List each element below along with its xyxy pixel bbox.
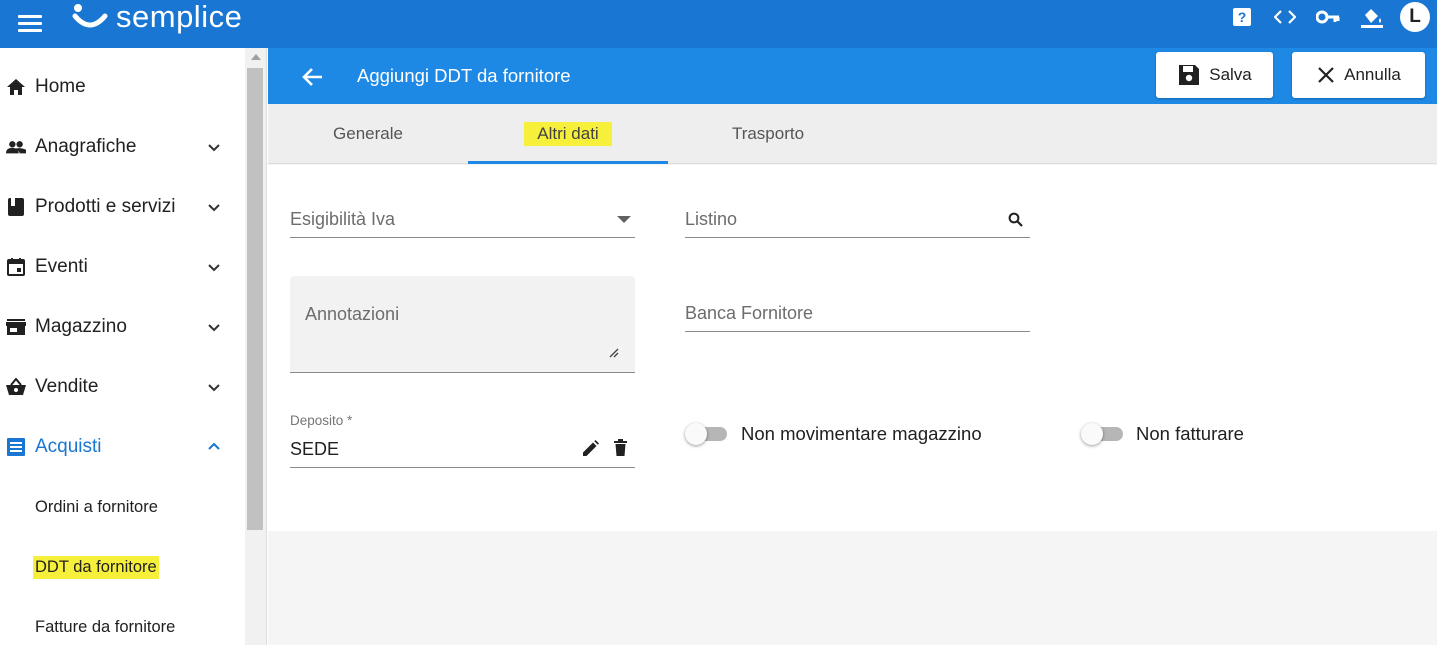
sidebar-item-label: Acquisti — [35, 436, 102, 457]
sidebar-item-eventi[interactable]: Eventi — [0, 247, 245, 287]
calendar-icon — [6, 257, 26, 277]
active-tab-indicator — [468, 161, 668, 164]
non-movimentare-toggle[interactable] — [685, 422, 729, 446]
banca-fornitore-input[interactable]: Banca Fornitore — [685, 299, 1030, 332]
non-movimentare-label: Non movimentare magazzino — [741, 423, 982, 444]
deposito-field[interactable]: Deposito * SEDE — [290, 411, 635, 468]
main-content: Aggiungi DDT da fornitore Salva Annulla … — [268, 48, 1437, 645]
cancel-button-label: Annulla — [1344, 65, 1401, 84]
menu-icon[interactable] — [16, 10, 44, 38]
esigibilita-iva-select[interactable]: Esigibilità Iva — [290, 205, 635, 238]
sidebar-item-home[interactable]: Home — [0, 67, 245, 107]
field-underline — [290, 372, 635, 373]
deposito-value: SEDE — [290, 439, 340, 459]
sidebar-item-acquisti[interactable]: Acquisti — [0, 427, 245, 467]
store-icon — [6, 317, 26, 337]
save-button-label: Salva — [1209, 65, 1252, 84]
brand-logo[interactable]: semplice — [72, 0, 242, 34]
tab-trasporto[interactable]: Trasporto — [668, 104, 868, 164]
chevron-down-icon — [208, 264, 220, 272]
key-icon[interactable] — [1316, 5, 1340, 29]
semplice-logo-icon — [72, 4, 108, 28]
field-underline — [685, 237, 1030, 238]
deposito-label: Deposito * — [290, 413, 353, 428]
book-icon — [6, 197, 26, 217]
close-icon — [1318, 67, 1334, 83]
edit-pencil-icon[interactable] — [582, 440, 599, 457]
sidebar-item-label: Vendite — [35, 376, 99, 397]
toggle-thumb — [1081, 423, 1103, 445]
listino-input[interactable]: Listino — [685, 205, 1030, 238]
sidebar-scrollbar[interactable] — [245, 48, 267, 645]
brand-name: semplice — [116, 0, 243, 34]
banca-fornitore-label: Banca Fornitore — [685, 303, 814, 323]
non-fatturare-toggle[interactable] — [1081, 422, 1125, 446]
form-card: Esigibilità Iva Listino Annotazioni Banc… — [268, 165, 1437, 531]
top-app-bar: semplice ? L — [0, 0, 1437, 48]
tab-altri-dati[interactable]: Altri dati — [468, 104, 668, 164]
annotazioni-textarea[interactable]: Annotazioni — [290, 276, 635, 373]
tab-label: Trasporto — [731, 124, 805, 143]
sidebar-subitem-label: Fatture da fornitore — [35, 617, 176, 636]
list-icon — [6, 437, 26, 457]
sidebar-item-magazzino[interactable]: Magazzino — [0, 307, 245, 347]
sidebar-subitem-fatture[interactable]: Fatture da fornitore — [0, 609, 245, 645]
help-icon[interactable]: ? — [1230, 5, 1254, 29]
sidebar-item-label: Eventi — [35, 256, 88, 277]
field-underline — [685, 331, 1030, 332]
sidebar-item-prodotti[interactable]: Prodotti e servizi — [0, 187, 245, 227]
basket-icon — [6, 377, 26, 397]
code-icon[interactable] — [1273, 5, 1297, 29]
tab-bar: Generale Altri dati Trasporto — [268, 104, 1437, 164]
field-underline — [290, 237, 635, 238]
sidebar-subitem-label: Ordini a fornitore — [35, 497, 158, 516]
tab-label: Altri dati — [524, 122, 612, 146]
chevron-down-icon — [208, 204, 220, 212]
back-arrow-icon[interactable] — [300, 64, 326, 90]
delete-trash-icon[interactable] — [614, 439, 627, 456]
tab-generale[interactable]: Generale — [268, 104, 468, 164]
chevron-down-icon — [208, 324, 220, 332]
chevron-down-icon — [208, 144, 220, 152]
sidebar-subitem-label: DDT da fornitore — [33, 555, 159, 579]
dropdown-arrow-icon — [617, 216, 631, 223]
search-icon[interactable] — [1008, 212, 1023, 227]
cancel-button[interactable]: Annulla — [1292, 52, 1425, 98]
sidebar-item-anagrafiche[interactable]: Anagrafiche — [0, 127, 245, 167]
sidebar-subitem-ddt[interactable]: DDT da fornitore — [0, 549, 245, 585]
esigibilita-iva-label: Esigibilità Iva — [290, 209, 396, 229]
sidebar-item-label: Magazzino — [35, 316, 127, 337]
annotazioni-label: Annotazioni — [305, 304, 400, 324]
tab-label: Generale — [333, 124, 403, 143]
sidebar-item-vendite[interactable]: Vendite — [0, 367, 245, 407]
sidebar-item-label: Home — [35, 76, 86, 97]
listino-label: Listino — [685, 209, 738, 229]
page-header: Aggiungi DDT da fornitore Salva Annulla — [268, 48, 1437, 104]
page-title: Aggiungi DDT da fornitore — [357, 65, 571, 86]
chevron-up-icon — [208, 442, 220, 450]
scroll-up-arrow-icon[interactable] — [251, 54, 261, 60]
field-underline — [290, 467, 635, 468]
sidebar-subitem-ordini[interactable]: Ordini a fornitore — [0, 489, 245, 525]
paint-bucket-icon[interactable] — [1360, 5, 1384, 29]
svg-text:?: ? — [1238, 9, 1247, 25]
sidebar-item-label: Anagrafiche — [35, 136, 137, 157]
home-icon — [6, 77, 26, 97]
save-button[interactable]: Salva — [1156, 52, 1273, 98]
avatar[interactable]: L — [1400, 2, 1430, 32]
scrollbar-thumb[interactable] — [247, 68, 263, 530]
sidebar: Home Anagrafiche Prodotti e servizi Even… — [0, 48, 245, 645]
people-icon — [6, 137, 26, 157]
chevron-down-icon — [208, 384, 220, 392]
resize-handle-icon[interactable] — [609, 348, 619, 358]
non-fatturare-label: Non fatturare — [1136, 423, 1244, 444]
toggle-thumb — [685, 423, 707, 445]
sidebar-item-label: Prodotti e servizi — [35, 196, 176, 217]
save-icon — [1179, 65, 1200, 85]
